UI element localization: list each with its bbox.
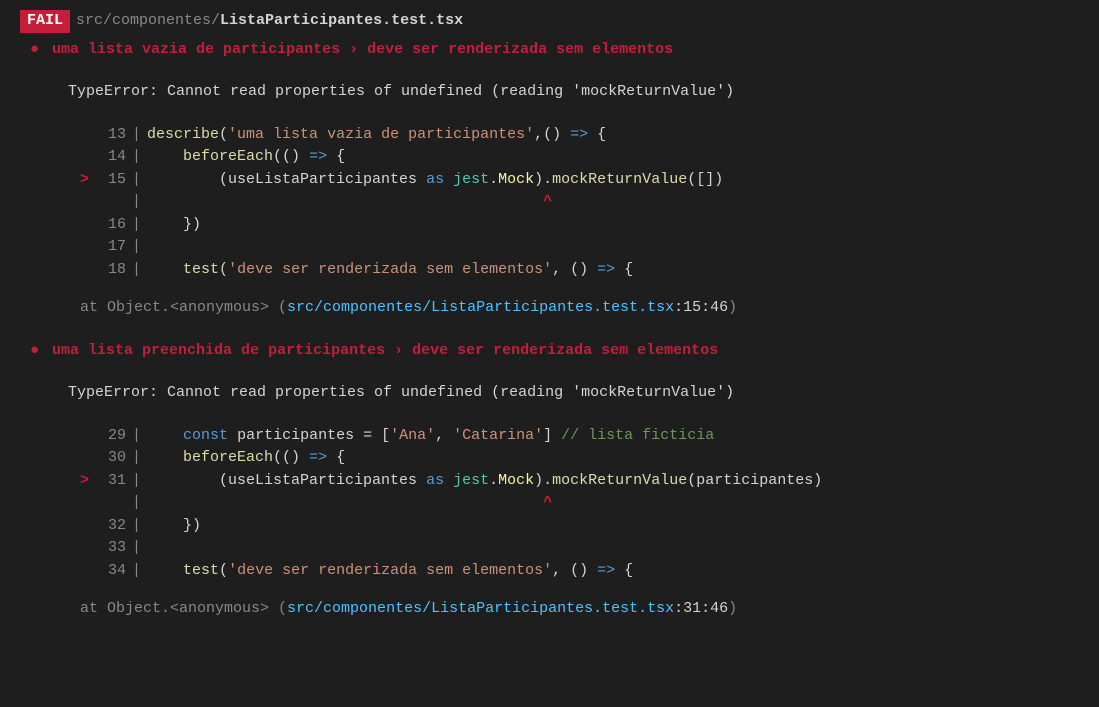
stack-trace: at Object.<anonymous> (src/componentes/L… [20,297,1079,320]
chevron-icon: › [394,342,403,359]
line-number: 13 [96,124,126,147]
code-line: 30 | beforeEach(() => { [80,447,1079,470]
line-number: 18 [96,259,126,282]
test-name: deve ser renderizada sem elementos [412,342,718,359]
stack-file-link[interactable]: src/componentes/ListaParticipantes.test.… [287,299,674,316]
code-content: }) [147,214,201,237]
code-line-highlighted: > 15 | (useListaParticipantes as jest.Mo… [80,169,1079,192]
code-content: test('deve ser renderizada sem elementos… [147,259,633,282]
pipe: | [126,560,147,583]
stack-file-link[interactable]: src/componentes/ListaParticipantes.test.… [287,600,674,617]
line-marker: > [80,470,96,493]
code-line: 29 | const participantes = ['Ana', 'Cata… [80,425,1079,448]
file-name: ListaParticipantes.test.tsx [220,12,463,29]
pipe: | [126,169,147,192]
code-content: describe('uma lista vazia de participant… [147,124,606,147]
chevron-icon: › [349,41,358,58]
pipe: | [126,191,147,214]
stack-prefix: at Object.<anonymous> ( [80,299,287,316]
code-line: 34 | test('deve ser renderizada sem elem… [80,560,1079,583]
pipe: | [126,259,147,282]
line-number: 29 [96,425,126,448]
line-number: 14 [96,146,126,169]
line-number: 16 [96,214,126,237]
line-number: 34 [96,560,126,583]
test-failure-title: ● uma lista vazia de participantes › dev… [20,39,1079,62]
code-content: (useListaParticipantes as jest.Mock).moc… [147,169,723,192]
file-dir: src/componentes/ [76,12,220,29]
pipe: | [126,470,147,493]
code-line: 16 | }) [80,214,1079,237]
code-content: (useListaParticipantes as jest.Mock).moc… [147,470,822,493]
pipe: | [126,515,147,538]
code-line: 33 | [80,537,1079,560]
caret: ^ [147,492,552,515]
test-failure-title: ● uma lista preenchida de participantes … [20,340,1079,363]
code-frame: 13 | describe('uma lista vazia de partic… [20,124,1079,282]
test-name: deve ser renderizada sem elementos [367,41,673,58]
stack-location: :15:46 [674,299,728,316]
stack-location: :31:46 [674,600,728,617]
code-content: test('deve ser renderizada sem elementos… [147,560,633,583]
code-line: 32 | }) [80,515,1079,538]
file-path: src/componentes/ListaParticipantes.test.… [76,10,463,33]
pipe: | [126,236,147,259]
code-line: 14 | beforeEach(() => { [80,146,1079,169]
suite-name: uma lista preenchida de participantes [52,342,385,359]
line-number: 32 [96,515,126,538]
pipe: | [126,537,147,560]
test-file-header: FAIL src/componentes/ListaParticipantes.… [20,10,1079,33]
line-number: 17 [96,236,126,259]
code-line: 18 | test('deve ser renderizada sem elem… [80,259,1079,282]
stack-trace: at Object.<anonymous> (src/componentes/L… [20,598,1079,621]
pipe: | [126,447,147,470]
pipe: | [126,492,147,515]
stack-prefix: at Object.<anonymous> ( [80,600,287,617]
pipe: | [126,124,147,147]
bullet-icon: ● [30,41,39,58]
code-content: }) [147,515,201,538]
stack-suffix: ) [728,600,737,617]
code-content: beforeEach(() => { [147,146,345,169]
code-line-highlighted: > 31 | (useListaParticipantes as jest.Mo… [80,470,1079,493]
code-content: const participantes = ['Ana', 'Catarina'… [147,425,714,448]
line-number: 33 [96,537,126,560]
caret-line: | ^ [80,191,1079,214]
code-content: beforeEach(() => { [147,447,345,470]
line-number: 31 [96,470,126,493]
code-line: 17 | [80,236,1079,259]
fail-badge: FAIL [20,10,70,33]
stack-suffix: ) [728,299,737,316]
line-marker: > [80,169,96,192]
line-number: 30 [96,447,126,470]
bullet-icon: ● [30,342,39,359]
pipe: | [126,146,147,169]
caret-line: | ^ [80,492,1079,515]
suite-name: uma lista vazia de participantes [52,41,340,58]
code-line: 13 | describe('uma lista vazia de partic… [80,124,1079,147]
pipe: | [126,214,147,237]
caret: ^ [147,191,552,214]
code-frame: 29 | const participantes = ['Ana', 'Cata… [20,425,1079,583]
line-number: 15 [96,169,126,192]
error-message: TypeError: Cannot read properties of und… [20,382,1079,405]
error-message: TypeError: Cannot read properties of und… [20,81,1079,104]
pipe: | [126,425,147,448]
